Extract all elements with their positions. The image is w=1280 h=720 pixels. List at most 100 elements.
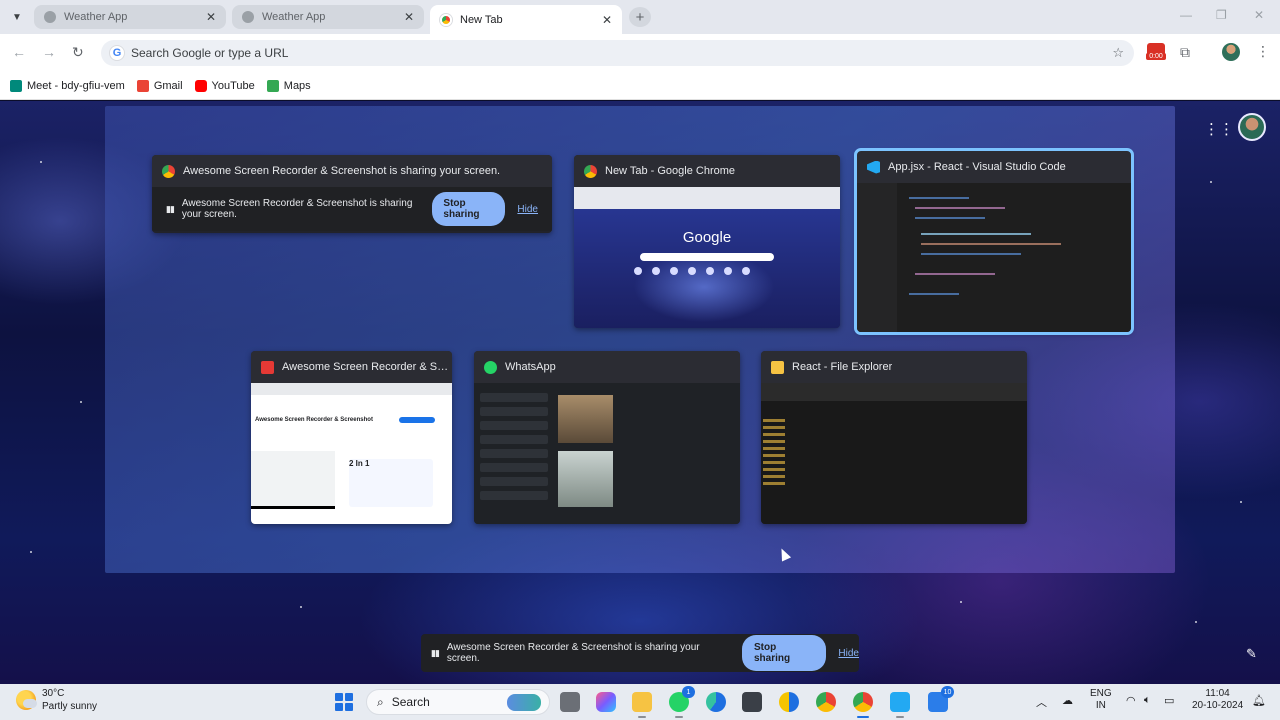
mini-sharing-bar: ▮▮ Awesome Screen Recorder & Screenshot … [152,187,552,231]
window-header: New Tab - Google Chrome [574,155,840,187]
hide-sharing-bar-link[interactable]: Hide [838,648,859,659]
windows-taskbar: 30°C Partly sunny ⌕ Search 1 10 ︿ ☁ ENG … [0,684,1280,720]
bookmark-maps[interactable]: Maps [266,79,311,92]
start-button[interactable] [335,693,353,711]
tab-title: New Tab [460,13,503,26]
close-icon[interactable]: ✕ [206,10,216,24]
recorder-timer: 0:00 [1146,53,1166,60]
language-code: ENG [1090,688,1112,699]
microsoft-store-icon[interactable] [742,692,762,712]
notifications-bell-icon[interactable]: 🔔︎ [1252,694,1266,707]
window-thumbnail: Awesome Screen Recorder & Screenshot 2 I… [251,383,452,524]
customize-pencil-icon[interactable]: ✎ [1246,646,1257,662]
tab-new-tab[interactable]: New Tab ✕ [430,5,622,34]
mail-icon[interactable]: 10 [928,686,954,712]
whatsapp-taskbar-icon[interactable]: 1 [669,686,695,718]
folder-icon [771,360,784,374]
window-header: App.jsx - React - Visual Studio Code [857,151,1131,183]
clock-date: 20-10-2024 [1192,700,1244,711]
bookmark-star-icon[interactable]: ☆ [1112,45,1124,61]
window-header: React - File Explorer [761,351,1027,383]
profile-avatar[interactable] [1222,43,1240,61]
share-option-file-explorer[interactable]: React - File Explorer [761,351,1027,524]
extensions-puzzle-icon[interactable]: ⧉ [1180,44,1190,61]
system-clock[interactable]: 11:04 20-10-2024 [1192,688,1243,712]
mini-hide-link: Hide [517,203,538,215]
close-icon[interactable]: ✕ [404,10,414,24]
mini-sharing-text: Awesome Screen Recorder & Screenshot is … [181,198,413,220]
back-arrow-icon[interactable]: ← [12,44,26,60]
stop-sharing-button[interactable]: Stop sharing [741,635,827,671]
bookmark-gmail[interactable]: Gmail [136,79,183,92]
window-thumbnail: Google [574,187,840,328]
share-option-new-tab-chrome[interactable]: New Tab - Google Chrome Google [574,155,840,328]
chevron-up-icon[interactable]: ︿ [1036,694,1047,710]
partly-sunny-icon [16,690,37,710]
window-title: Awesome Screen Recorder & Scre... [282,361,452,373]
pause-icon: ▮▮ [431,647,440,658]
google-account-avatar[interactable] [1238,113,1266,141]
bookmarks-bar: Meet - bdy-gfiu-vem Gmail YouTube Maps [0,72,1280,100]
bookmark-youtube[interactable]: YouTube [194,79,255,92]
tab-weather-app-2[interactable]: Weather App ✕ [232,5,424,29]
address-bar-placeholder: Search Google or type a URL [131,46,289,60]
youtube-icon [194,79,207,92]
window-title: App.jsx - React - Visual Studio Code [888,161,1066,173]
more-menu-icon[interactable]: ⋮ [1256,43,1270,60]
window-thumbnail [857,183,1131,332]
task-view-icon[interactable] [560,692,580,712]
copilot-icon[interactable] [596,692,616,712]
reload-icon[interactable]: ↻ [72,44,84,61]
maximize-icon[interactable]: ❐ [1216,8,1227,22]
bookmark-meet[interactable]: Meet - bdy-gfiu-vem [10,79,125,92]
mini-stop-sharing-button: Stop sharing [432,192,506,226]
window-thumbnail [474,383,740,524]
window-title: Awesome Screen Recorder & Screenshot is … [183,165,501,177]
onedrive-cloud-icon[interactable]: ☁ [1062,694,1073,707]
sharing-text: Awesome Screen Recorder & Screenshot is … [446,642,700,664]
close-window-icon[interactable]: ✕ [1254,8,1264,22]
share-option-vscode[interactable]: App.jsx - React - Visual Studio Code [854,148,1134,335]
battery-icon[interactable]: ▭ [1164,694,1174,707]
search-icon: ⌕ [377,694,384,709]
screen-recorder-extension-icon[interactable]: 0:00 [1146,43,1166,65]
chrome-icon [162,164,175,178]
google-g-icon: G [109,45,125,61]
chrome-taskbar-icon[interactable] [816,692,836,712]
bookmark-label: Gmail [153,79,183,92]
edge-icon[interactable] [706,692,726,712]
weather-widget[interactable]: 30°C Partly sunny [16,687,97,713]
tab-weather-app-1[interactable]: Weather App ✕ [34,5,226,29]
forward-arrow-icon[interactable]: → [42,44,56,60]
tab-strip: ▼ Weather App ✕ Weather App ✕ New Tab ✕ … [0,0,1280,34]
window-header: Awesome Screen Recorder & Scre... [251,351,452,383]
new-tab-button[interactable]: + [629,7,651,27]
window-title: WhatsApp [505,361,556,373]
bookmark-label: Meet - bdy-gfiu-vem [27,79,125,92]
thumbnail-2in1-label: 2 In 1 [349,459,370,468]
close-icon[interactable]: ✕ [602,13,612,27]
globe-icon [242,11,254,23]
pause-icon: ▮▮ [166,203,175,214]
chrome-active-taskbar-icon[interactable] [853,692,873,718]
wifi-icon[interactable]: ◠ [1126,694,1136,707]
globe-icon [44,11,56,23]
share-option-recorder-page[interactable]: Awesome Screen Recorder & Scre... Awesom… [251,351,452,524]
tab-search-chevron-icon[interactable]: ▼ [6,7,28,27]
input-language-indicator[interactable]: ENG IN [1090,688,1112,712]
whatsapp-icon [484,360,497,374]
volume-icon[interactable]: 🔈︎ [1144,694,1151,707]
window-title: React - File Explorer [792,361,893,373]
vscode-taskbar-icon[interactable] [890,692,910,718]
clock-time: 11:04 [1205,688,1230,699]
taskbar-search-box[interactable]: ⌕ Search [366,689,550,715]
address-bar[interactable]: G Search Google or type a URL ☆ [101,40,1134,66]
chrome-icon [584,164,597,178]
share-option-recorder-notice[interactable]: Awesome Screen Recorder & Screenshot is … [152,155,552,233]
tab-title: Weather App [64,11,128,23]
recorder-icon [261,360,274,374]
minimize-icon[interactable]: — [1180,8,1192,22]
file-explorer-icon[interactable] [632,692,652,718]
share-option-whatsapp[interactable]: WhatsApp [474,351,740,524]
chrome-canary-icon[interactable] [779,692,799,712]
